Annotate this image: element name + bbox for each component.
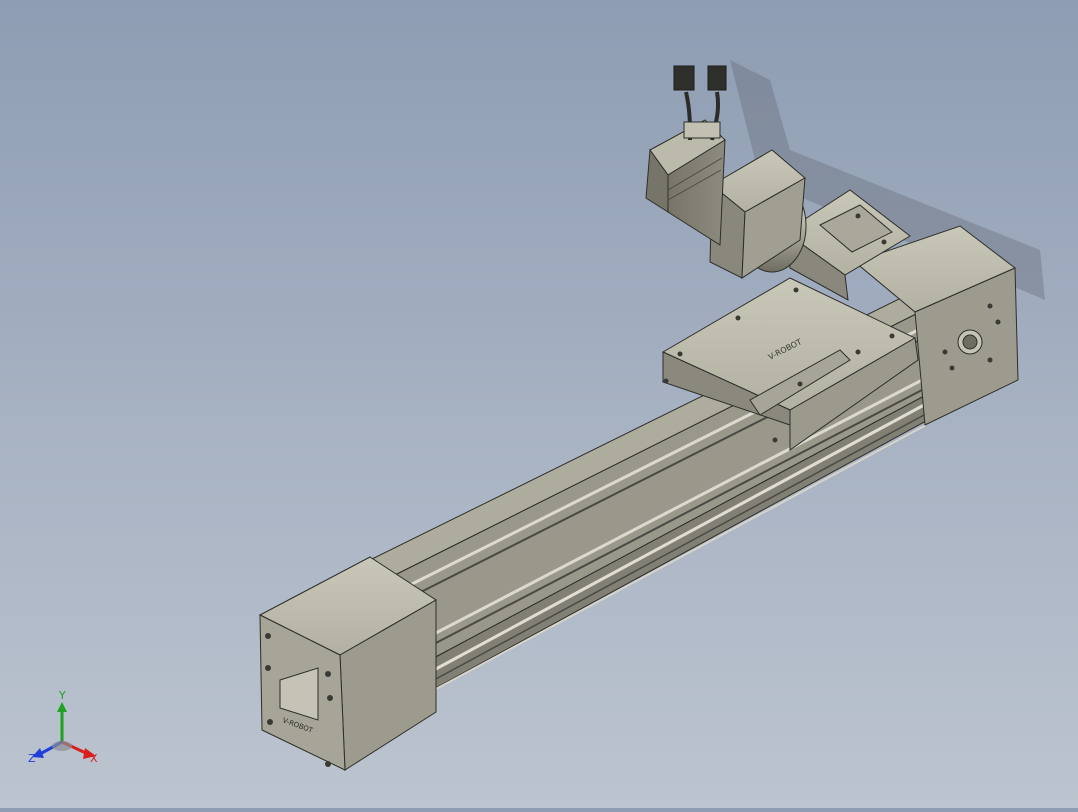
cad-viewport[interactable]: V-ROBOT V-ROBOT [0,0,1078,808]
y-axis-label: Y [58,690,66,702]
cad-model: V-ROBOT V-ROBOT [258,60,1045,771]
left-end-block: V-ROBOT [258,556,437,771]
coordinate-triad[interactable]: Y X Z [28,689,108,770]
z-axis-label: Z [28,752,36,765]
connector-2 [707,65,727,91]
motor-cables [673,65,727,141]
connector-1 [673,65,695,91]
x-axis-label: X [90,752,98,765]
